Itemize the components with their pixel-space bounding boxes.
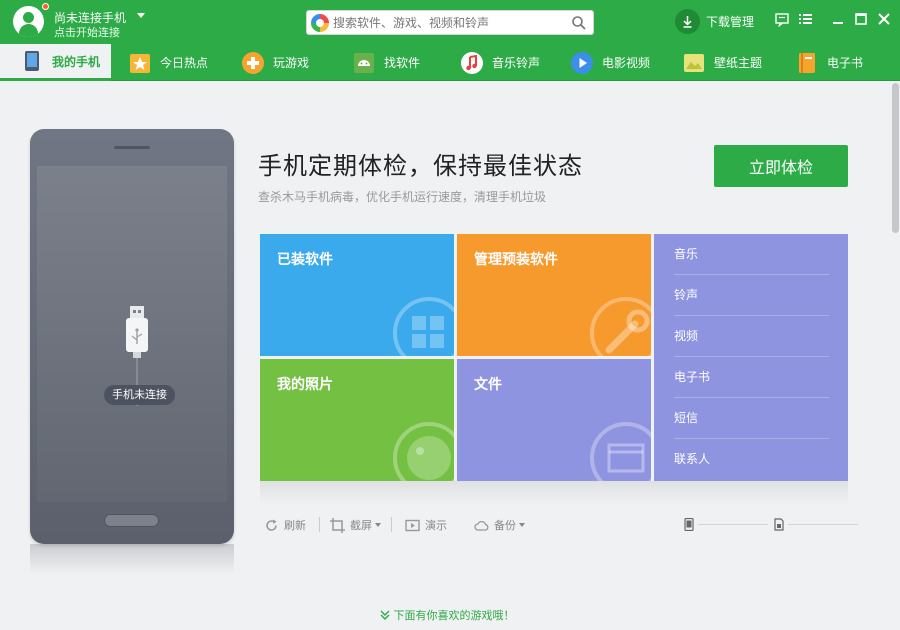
demo-label: 演示 [425,519,447,532]
nav-tab-hot-today[interactable]: 今日热点 [128,44,208,81]
play-icon [571,51,593,74]
wallpaper-icon [684,53,704,72]
main-nav: 我的手机 今日热点 玩游戏 找软件 音乐铃声 电影视频 壁纸主题 电子书 [0,44,900,81]
photo-icon [393,422,454,481]
nav-tab-label: 我的手机 [52,54,101,69]
backup-label: 备份 [494,519,516,532]
gamepad-icon [242,51,264,74]
search-icon[interactable] [571,15,587,31]
phone-storage-bar [698,524,768,525]
demo-button[interactable]: 演示 [405,516,447,534]
games-hint-link[interactable]: 下面有你喜欢的游戏哦！ [380,607,515,623]
chevron-down-icon[interactable] [375,523,381,527]
phone-storage-icon [684,518,694,531]
nav-tab-label: 找软件 [384,56,421,70]
phone-illustration: 手机未连接 [30,129,234,544]
android-icon [354,52,374,73]
tile-label: 文件 [474,377,502,393]
close-icon[interactable] [876,11,892,27]
phone-screen: 手机未连接 [37,166,227,502]
media-item-contacts[interactable]: 联系人 [674,439,829,480]
media-item-videos[interactable]: 视频 [674,316,829,357]
nav-tab-ebook[interactable]: 电子书 [795,44,863,81]
search-box[interactable] [306,10,594,35]
download-manager-link[interactable]: 下载管理 [706,13,754,30]
media-item-ebooks[interactable]: 电子书 [674,357,829,398]
star-icon [130,53,150,73]
tile-label: 我的照片 [277,377,333,393]
media-item-music[interactable]: 音乐 [674,234,829,275]
crop-icon [330,517,345,533]
nav-tab-video[interactable]: 电影视频 [570,44,650,81]
title-bar: 尚未连接手机 点击开始连接 下载管理 [0,0,900,44]
nav-tab-wallpaper[interactable]: 壁纸主题 [682,44,762,81]
refresh-button[interactable]: 刷新 [264,516,306,534]
toolbar-divider [391,517,392,532]
refresh-label: 刷新 [284,519,306,532]
wrench-icon [590,297,651,356]
nav-tab-apps[interactable]: 找软件 [352,44,420,81]
nav-tab-label: 玩游戏 [273,56,310,70]
apps-grid-icon [393,297,454,356]
sdcard-storage-bar [788,524,858,525]
tile-label: 已装软件 [277,252,333,268]
chevron-down-icon[interactable] [519,523,525,527]
phone-status-badge: 手机未连接 [104,385,175,405]
folder-icon [590,422,651,481]
phone-home-button [104,514,159,527]
nav-tab-label: 壁纸主题 [714,56,763,70]
search-logo-icon [311,14,329,32]
page-title: 手机定期体检，保持最佳状态 [258,152,583,180]
nav-tab-label: 今日热点 [160,56,209,70]
page-subtitle: 查杀木马手机病毒，优化手机运行速度，清理手机垃圾 [258,190,547,204]
download-icon[interactable] [675,9,700,34]
phone-icon [25,51,39,71]
feedback-icon[interactable] [774,11,790,27]
tile-files[interactable]: 文件 [457,359,651,481]
maximize-icon[interactable] [853,11,869,27]
tiles-shadow [260,481,848,505]
phone-reflection [30,544,234,574]
cloud-icon [474,520,489,531]
sdcard-icon [774,518,784,531]
nav-tab-music[interactable]: 音乐铃声 [460,44,540,81]
scrollbar[interactable] [892,83,899,233]
toolbar-divider [319,517,320,532]
nav-tab-label: 音乐铃声 [492,56,541,70]
avatar[interactable] [13,6,44,37]
tile-my-photos[interactable]: 我的照片 [260,359,454,481]
games-hint-label: 下面有你喜欢的游戏哦！ [393,609,515,622]
minimize-icon[interactable] [830,11,846,27]
nav-tab-label: 电影视频 [602,56,651,70]
nav-tab-games[interactable]: 玩游戏 [241,44,309,81]
avatar-body [19,24,38,37]
notification-dot [42,3,49,10]
phone-speaker [114,146,150,149]
book-icon [799,52,815,73]
media-item-ringtones[interactable]: 铃声 [674,275,829,316]
tile-installed-apps[interactable]: 已装软件 [260,234,454,356]
device-connect-link[interactable]: 点击开始连接 [54,24,120,40]
music-icon [461,51,483,74]
check-now-button[interactable]: 立即体检 [714,145,848,187]
tile-label: 管理预装软件 [474,252,558,268]
menu-list-icon[interactable] [797,11,813,27]
refresh-icon [266,519,277,531]
present-icon [405,519,420,531]
avatar-head [23,12,34,23]
media-item-sms[interactable]: 短信 [674,398,829,439]
screenshot-button[interactable]: 截屏 [330,516,381,534]
tile-preinstalled-apps[interactable]: 管理预装软件 [457,234,651,356]
search-input[interactable] [333,13,568,32]
media-list-panel: 音乐 铃声 视频 电子书 短信 联系人 [654,234,848,481]
screenshot-label: 截屏 [350,519,372,532]
double-chevron-down-icon [380,610,390,620]
backup-button[interactable]: 备份 [474,516,525,534]
chevron-down-icon[interactable] [137,13,145,18]
nav-tab-label: 电子书 [827,56,864,70]
nav-tab-my-phone[interactable]: 我的手机 [0,44,111,81]
